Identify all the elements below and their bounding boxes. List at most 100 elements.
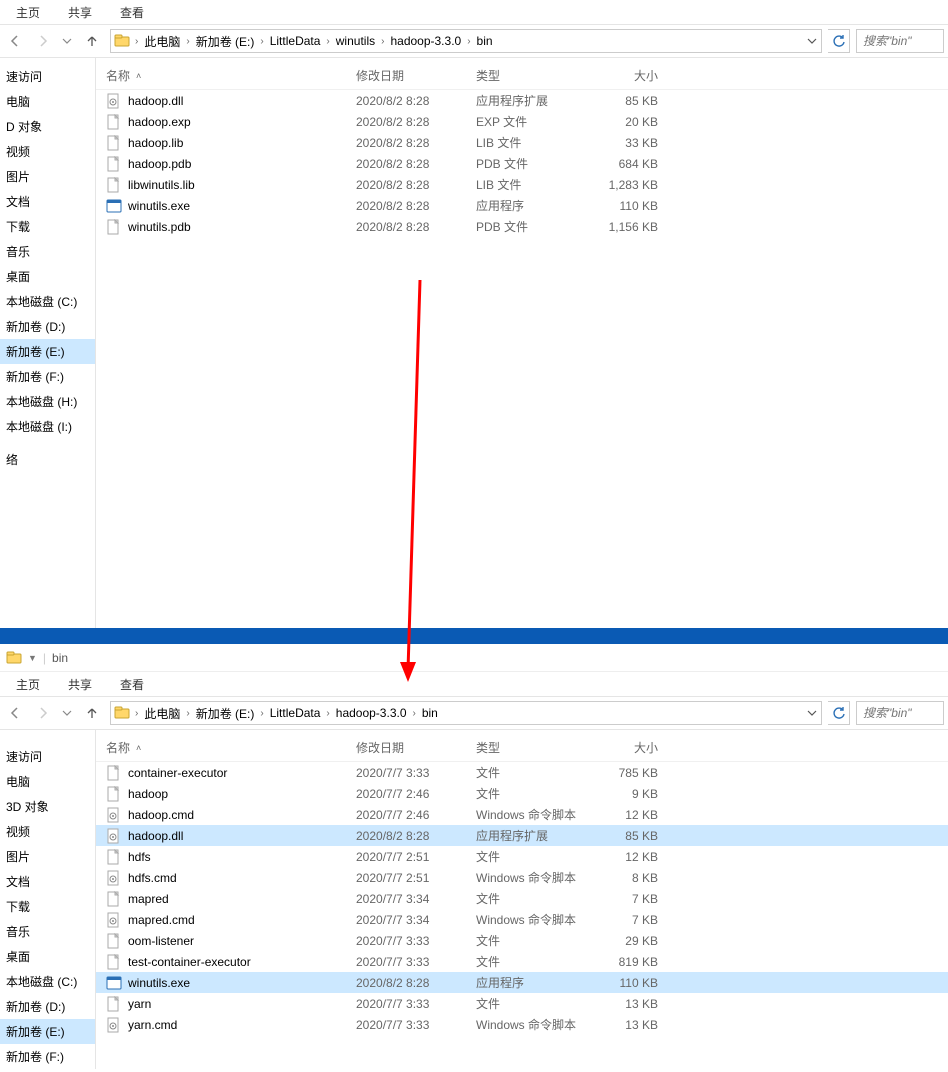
- sidebar-item[interactable]: [0, 736, 95, 744]
- crumb[interactable]: bin: [473, 34, 497, 48]
- col-size[interactable]: 大小: [596, 739, 666, 756]
- table-row[interactable]: hadoop2020/7/7 2:46文件9 KB: [96, 783, 948, 804]
- nav-back-icon[interactable]: [4, 34, 26, 48]
- nav-back-icon[interactable]: [4, 706, 26, 720]
- sidebar-item[interactable]: 速访问: [0, 744, 95, 769]
- sidebar-item[interactable]: 新加卷 (E:): [0, 1019, 95, 1044]
- crumb[interactable]: 新加卷 (E:): [192, 705, 259, 722]
- tab-share[interactable]: 共享: [68, 676, 92, 693]
- sidebar-item[interactable]: 音乐: [0, 239, 95, 264]
- crumb[interactable]: winutils: [332, 34, 379, 48]
- col-name[interactable]: 名称 ˄: [96, 67, 356, 84]
- sidebar-item[interactable]: 音乐: [0, 919, 95, 944]
- sidebar-item[interactable]: 图片: [0, 844, 95, 869]
- sidebar-item[interactable]: D 对象: [0, 114, 95, 139]
- table-row[interactable]: hadoop.exp2020/8/2 8:28EXP 文件20 KB: [96, 111, 948, 132]
- sidebar-item[interactable]: 新加卷 (F:): [0, 1044, 95, 1069]
- crumb[interactable]: LittleData: [266, 706, 325, 720]
- sidebar-item[interactable]: 新加卷 (D:): [0, 314, 95, 339]
- sidebar-item[interactable]: 新加卷 (F:): [0, 364, 95, 389]
- table-row[interactable]: hadoop.dll2020/8/2 8:28应用程序扩展85 KB: [96, 90, 948, 111]
- sidebar-item[interactable]: 视频: [0, 819, 95, 844]
- crumb[interactable]: hadoop-3.3.0: [332, 706, 411, 720]
- crumb[interactable]: 此电脑: [140, 705, 184, 722]
- table-row[interactable]: winutils.pdb2020/8/2 8:28PDB 文件1,156 KB: [96, 216, 948, 237]
- tab-home[interactable]: 主页: [16, 676, 40, 693]
- sidebar-item[interactable]: 下载: [0, 894, 95, 919]
- table-row[interactable]: hadoop.dll2020/8/2 8:28应用程序扩展85 KB: [96, 825, 948, 846]
- crumb[interactable]: bin: [418, 706, 442, 720]
- table-row[interactable]: yarn.cmd2020/7/7 3:33Windows 命令脚本13 KB: [96, 1014, 948, 1035]
- table-row[interactable]: test-container-executor2020/7/7 3:33文件81…: [96, 951, 948, 972]
- crumb[interactable]: 新加卷 (E:): [192, 33, 259, 50]
- breadcrumb[interactable]: › 此电脑 › 新加卷 (E:) › LittleData › hadoop-3…: [110, 701, 822, 725]
- tab-view[interactable]: 查看: [120, 4, 144, 21]
- nav-history-dropdown-icon[interactable]: [60, 708, 74, 718]
- file-size: 8 KB: [596, 871, 666, 885]
- sidebar-item[interactable]: 文档: [0, 869, 95, 894]
- tab-home[interactable]: 主页: [16, 4, 40, 21]
- breadcrumb[interactable]: › 此电脑 › 新加卷 (E:) › LittleData › winutils…: [110, 29, 822, 53]
- crumb[interactable]: hadoop-3.3.0: [386, 34, 465, 48]
- search-field[interactable]: [861, 705, 943, 721]
- sidebar-item[interactable]: 本地磁盘 (I:): [0, 414, 95, 439]
- tab-view[interactable]: 查看: [120, 676, 144, 693]
- col-type[interactable]: 类型: [476, 739, 596, 756]
- sidebar-item[interactable]: 速访问: [0, 64, 95, 89]
- col-name[interactable]: 名称 ˄: [96, 739, 356, 756]
- address-dropdown-icon[interactable]: [803, 708, 821, 718]
- table-row[interactable]: yarn2020/7/7 3:33文件13 KB: [96, 993, 948, 1014]
- table-row[interactable]: winutils.exe2020/8/2 8:28应用程序110 KB: [96, 972, 948, 993]
- refresh-icon[interactable]: [828, 701, 850, 725]
- sidebar-item[interactable]: 文档: [0, 189, 95, 214]
- nav-forward-icon[interactable]: [32, 706, 54, 720]
- sidebar-item[interactable]: 本地磁盘 (C:): [0, 289, 95, 314]
- table-row[interactable]: hdfs.cmd2020/7/7 2:51Windows 命令脚本8 KB: [96, 867, 948, 888]
- sidebar-item[interactable]: 桌面: [0, 264, 95, 289]
- file-type: Windows 命令脚本: [476, 911, 596, 928]
- crumb[interactable]: 此电脑: [140, 33, 184, 50]
- table-row[interactable]: hadoop.lib2020/8/2 8:28LIB 文件33 KB: [96, 132, 948, 153]
- table-row[interactable]: winutils.exe2020/8/2 8:28应用程序110 KB: [96, 195, 948, 216]
- tab-share[interactable]: 共享: [68, 4, 92, 21]
- table-row[interactable]: mapred.cmd2020/7/7 3:34Windows 命令脚本7 KB: [96, 909, 948, 930]
- table-row[interactable]: oom-listener2020/7/7 3:33文件29 KB: [96, 930, 948, 951]
- col-type[interactable]: 类型: [476, 67, 596, 84]
- file-date: 2020/8/2 8:28: [356, 976, 476, 990]
- sidebar-item[interactable]: 络: [0, 447, 95, 472]
- table-row[interactable]: container-executor2020/7/7 3:33文件785 KB: [96, 762, 948, 783]
- sidebar-item[interactable]: [0, 439, 95, 447]
- table-row[interactable]: mapred2020/7/7 3:34文件7 KB: [96, 888, 948, 909]
- sidebar-item[interactable]: 新加卷 (E:): [0, 339, 95, 364]
- sidebar-item[interactable]: 电脑: [0, 89, 95, 114]
- sidebar-item[interactable]: 下载: [0, 214, 95, 239]
- sidebar-item[interactable]: 桌面: [0, 944, 95, 969]
- search-field[interactable]: [861, 33, 943, 49]
- refresh-icon[interactable]: [828, 29, 850, 53]
- dropdown-icon[interactable]: ▼: [28, 653, 37, 663]
- file-type: Windows 命令脚本: [476, 869, 596, 886]
- nav-history-dropdown-icon[interactable]: [60, 36, 74, 46]
- sidebar-item[interactable]: 3D 对象: [0, 794, 95, 819]
- sidebar-item[interactable]: 新加卷 (D:): [0, 994, 95, 1019]
- table-row[interactable]: hdfs2020/7/7 2:51文件12 KB: [96, 846, 948, 867]
- search-input[interactable]: [856, 701, 944, 725]
- table-row[interactable]: libwinutils.lib2020/8/2 8:28LIB 文件1,283 …: [96, 174, 948, 195]
- sidebar-item[interactable]: 视频: [0, 139, 95, 164]
- file-name: hadoop: [128, 787, 168, 801]
- sidebar-item[interactable]: 图片: [0, 164, 95, 189]
- table-row[interactable]: hadoop.cmd2020/7/7 2:46Windows 命令脚本12 KB: [96, 804, 948, 825]
- nav-up-icon[interactable]: [80, 706, 104, 720]
- address-dropdown-icon[interactable]: [803, 36, 821, 46]
- sidebar-item[interactable]: 电脑: [0, 769, 95, 794]
- col-size[interactable]: 大小: [596, 67, 666, 84]
- table-row[interactable]: hadoop.pdb2020/8/2 8:28PDB 文件684 KB: [96, 153, 948, 174]
- nav-forward-icon[interactable]: [32, 34, 54, 48]
- nav-up-icon[interactable]: [80, 34, 104, 48]
- col-date[interactable]: 修改日期: [356, 739, 476, 756]
- search-input[interactable]: [856, 29, 944, 53]
- crumb[interactable]: LittleData: [266, 34, 325, 48]
- sidebar-item[interactable]: 本地磁盘 (C:): [0, 969, 95, 994]
- sidebar-item[interactable]: 本地磁盘 (H:): [0, 389, 95, 414]
- col-date[interactable]: 修改日期: [356, 67, 476, 84]
